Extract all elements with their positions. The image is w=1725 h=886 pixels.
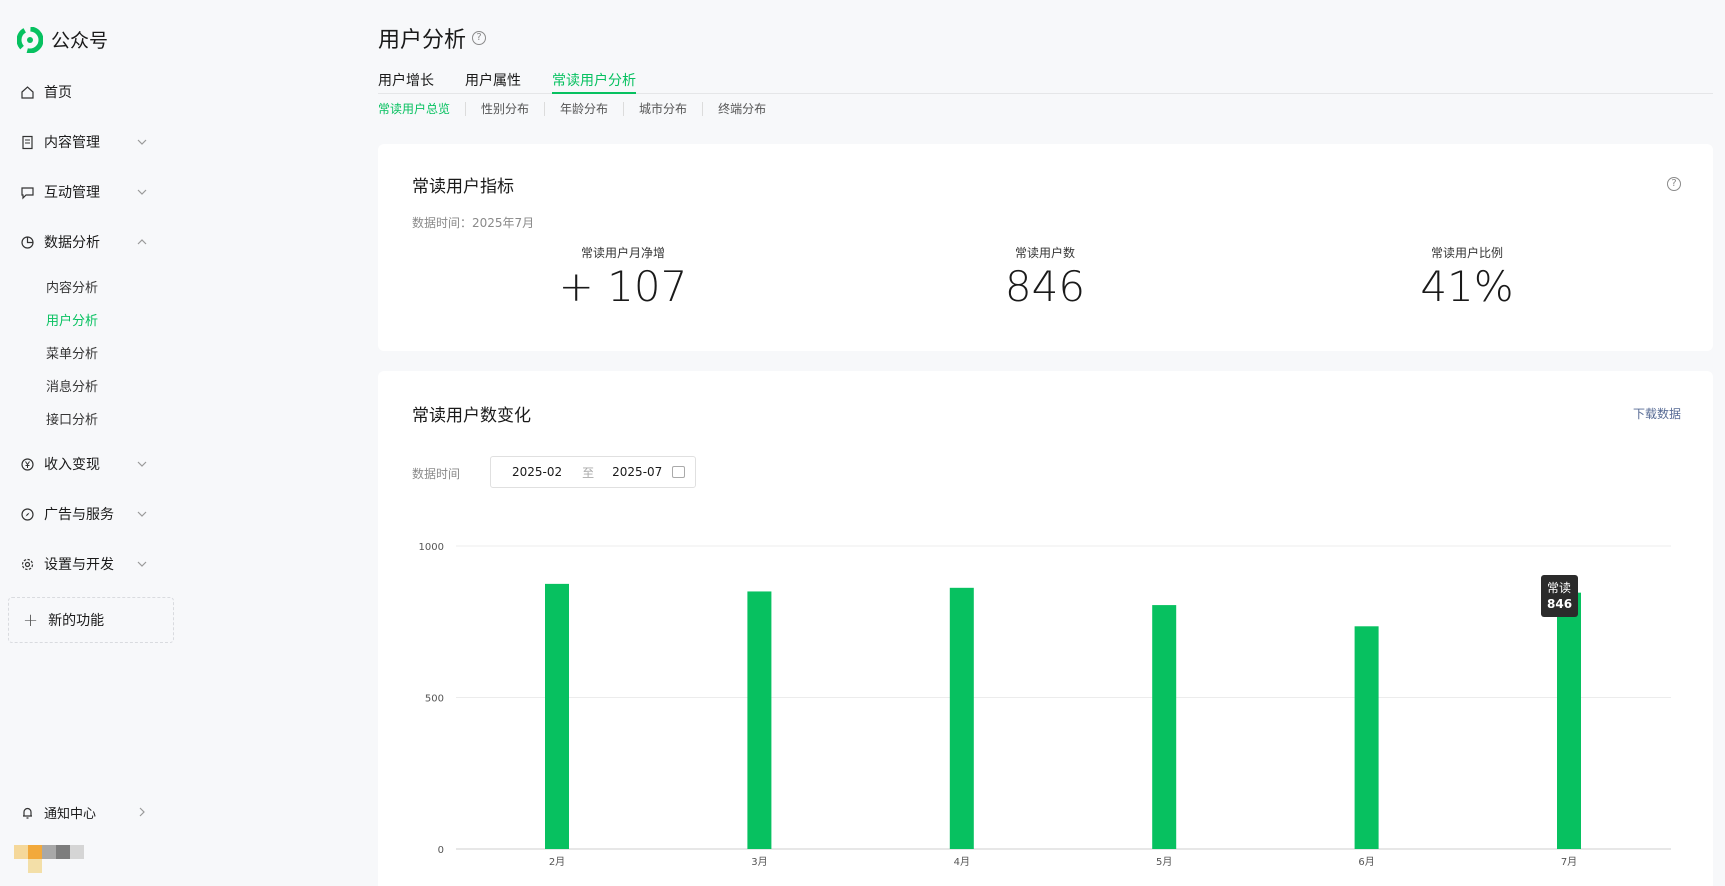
help-icon[interactable]: ? bbox=[472, 31, 487, 45]
chart-bar bbox=[1354, 626, 1379, 849]
sidebar-item-interaction[interactable]: 互动管理 bbox=[0, 175, 170, 209]
chevron-down-icon bbox=[137, 461, 147, 467]
subtab-device[interactable]: 终端分布 bbox=[702, 102, 781, 116]
app-name: 公众号 bbox=[51, 30, 109, 52]
chart-bar bbox=[1557, 592, 1581, 849]
main-tabs: 用户增长 用户属性 常读用户分析 bbox=[378, 68, 1713, 94]
sidebar-subitem-message-analysis[interactable]: 消息分析 bbox=[46, 376, 98, 395]
subtab-gender[interactable]: 性别分布 bbox=[465, 102, 544, 116]
metric-value: + 107 bbox=[558, 262, 688, 311]
metrics-card: 常读用户指标 ? 数据时间：2025年7月 常读用户月净增 + 107 常读用户… bbox=[378, 144, 1713, 351]
sidebar-subitem-content-analysis[interactable]: 内容分析 bbox=[46, 277, 98, 296]
trend-card: 常读用户数变化 下载数据 数据时间 2025-02 至 2025-07 0 500… bbox=[378, 371, 1713, 886]
x-tick-label: 4月 bbox=[954, 856, 970, 868]
chevron-down-icon bbox=[137, 189, 147, 195]
subtab-city[interactable]: 城市分布 bbox=[623, 102, 702, 116]
metric-user-ratio: 常读用户比例 41% bbox=[1357, 244, 1577, 309]
yen-icon bbox=[21, 457, 34, 471]
bell-icon bbox=[23, 807, 32, 819]
metric-net-growth: 常读用户月净增 + 107 bbox=[513, 244, 733, 309]
page-title: 用户分析 ? bbox=[378, 22, 487, 54]
x-tick-label: 2月 bbox=[549, 856, 565, 868]
sidebar-subitem-api-analysis[interactable]: 接口分析 bbox=[46, 409, 98, 428]
metric-label: 常读用户比例 bbox=[1430, 246, 1503, 260]
sidebar-item-monetization[interactable]: 收入变现 bbox=[0, 447, 170, 481]
plus-icon: + bbox=[23, 609, 39, 631]
x-tick-label: 3月 bbox=[751, 856, 767, 868]
gear-icon bbox=[21, 558, 34, 570]
sidebar-item-label: 内容管理 bbox=[44, 135, 100, 151]
metrics-data-time: 数据时间：2025年7月 bbox=[412, 216, 535, 230]
metric-value: 41% bbox=[1420, 262, 1514, 311]
tab-user-attributes[interactable]: 用户属性 bbox=[465, 70, 521, 94]
new-feature-label: 新的功能 bbox=[48, 613, 105, 629]
sidebar-item-label: 通知中心 bbox=[44, 806, 97, 822]
sidebar-item-label: 设置与开发 bbox=[44, 557, 114, 573]
chart-tooltip: 常读 846 bbox=[1541, 574, 1579, 617]
sidebar-item-ads[interactable]: 广告与服务 bbox=[0, 497, 170, 531]
sidebar-item-label: 广告与服务 bbox=[44, 507, 114, 523]
metric-label: 常读用户数 bbox=[1014, 246, 1075, 260]
logo-icon bbox=[17, 26, 43, 53]
chevron-up-icon bbox=[137, 239, 147, 245]
chart-bar bbox=[949, 587, 974, 849]
sub-tabs: 常读用户总览 性别分布 年龄分布 城市分布 终端分布 bbox=[378, 100, 781, 118]
tab-frequent-users[interactable]: 常读用户分析 bbox=[552, 70, 636, 94]
sidebar-item-analytics[interactable]: 数据分析 bbox=[0, 225, 170, 259]
sidebar-item-label: 首页 bbox=[44, 85, 72, 101]
sidebar-item-content[interactable]: 内容管理 bbox=[0, 125, 170, 159]
y-tick-label: 0 bbox=[438, 845, 444, 856]
x-tick-label: 6月 bbox=[1358, 856, 1374, 868]
chevron-down-icon bbox=[137, 511, 147, 517]
sidebar-item-notifications[interactable]: 通知中心 bbox=[0, 795, 170, 829]
metric-user-count: 常读用户数 846 bbox=[935, 244, 1155, 309]
chevron-right-icon bbox=[139, 807, 145, 817]
page-title-text: 用户分析 bbox=[378, 28, 467, 53]
chat-icon bbox=[21, 186, 34, 199]
y-tick-label: 1000 bbox=[419, 542, 444, 553]
sidebar-item-label: 数据分析 bbox=[44, 235, 100, 251]
chart-bar bbox=[545, 583, 569, 849]
x-tick-label: 5月 bbox=[1156, 856, 1172, 868]
chevron-down-icon bbox=[137, 139, 147, 145]
metric-value: 846 bbox=[1004, 262, 1086, 311]
help-icon[interactable]: ? bbox=[1667, 177, 1681, 191]
tooltip-label: 常读 bbox=[1547, 580, 1572, 595]
avatar[interactable] bbox=[14, 845, 96, 873]
app-logo[interactable]: 公众号 bbox=[17, 26, 108, 53]
x-tick-label: 7月 bbox=[1561, 856, 1577, 868]
sidebar-subitem-menu-analysis[interactable]: 菜单分析 bbox=[46, 343, 98, 362]
tooltip-value: 846 bbox=[1547, 596, 1573, 611]
compass-icon bbox=[21, 507, 34, 521]
subtab-age[interactable]: 年龄分布 bbox=[544, 102, 623, 116]
chart-bar bbox=[1152, 605, 1177, 849]
chevron-down-icon bbox=[137, 561, 147, 567]
sidebar-item-settings[interactable]: 设置与开发 bbox=[0, 547, 170, 581]
metric-label: 常读用户月净增 bbox=[580, 246, 665, 260]
sidebar: 公众号 首页 内容管理 互动管理 数据分析 内容分析 用户分析 菜单分析 消息分… bbox=[0, 0, 180, 886]
tab-user-growth[interactable]: 用户增长 bbox=[378, 70, 434, 94]
sidebar-item-label: 收入变现 bbox=[44, 457, 100, 473]
home-icon bbox=[21, 85, 34, 99]
document-icon bbox=[22, 135, 33, 149]
metrics-card-title: 常读用户指标 bbox=[412, 177, 514, 197]
sidebar-subitem-user-analysis[interactable]: 用户分析 bbox=[46, 310, 98, 329]
pie-chart-icon bbox=[21, 235, 34, 249]
bar-chart: 0 500 1000 2月 3月 4月 5月 6月 7月 bbox=[419, 542, 1671, 868]
sidebar-item-home[interactable]: 首页 bbox=[0, 75, 170, 109]
chart-bar bbox=[747, 591, 772, 849]
new-feature-button[interactable]: + 新的功能 bbox=[8, 597, 174, 643]
y-tick-label: 500 bbox=[425, 694, 444, 705]
sidebar-item-label: 互动管理 bbox=[44, 185, 100, 201]
subtab-overview[interactable]: 常读用户总览 bbox=[378, 102, 465, 116]
